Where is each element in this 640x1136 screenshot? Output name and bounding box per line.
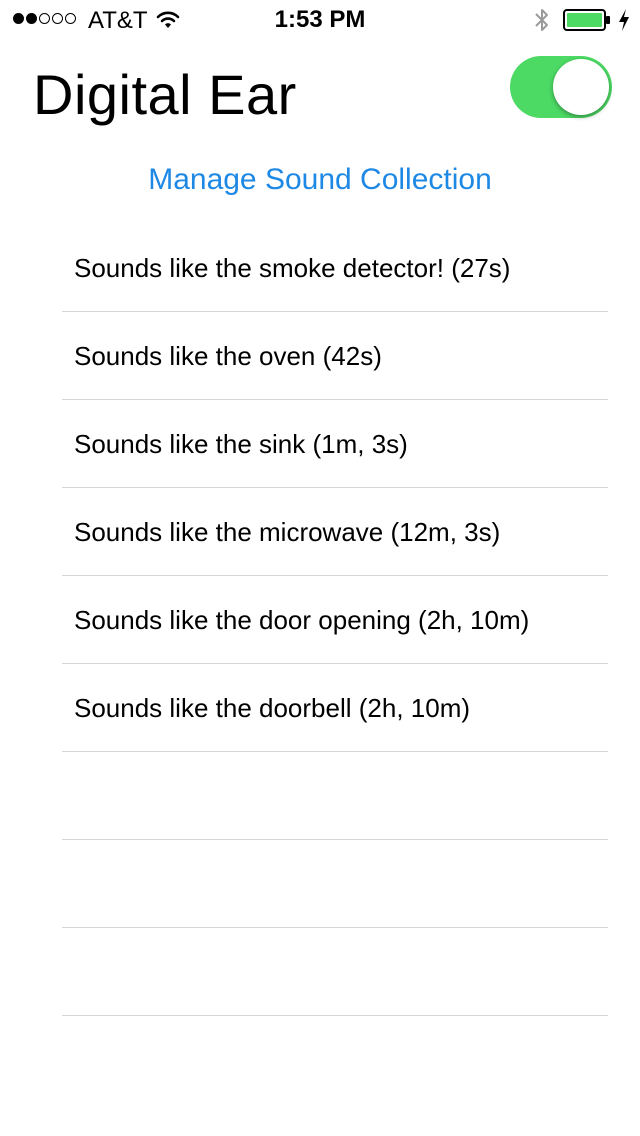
detected-sounds-list: Sounds like the smoke detector! (27s) So… — [62, 224, 608, 1016]
manage-sound-collection-link[interactable]: Manage Sound Collection — [0, 160, 640, 200]
empty-list-item — [62, 752, 608, 840]
status-bar: AT&T 1:53 PM — [0, 0, 640, 40]
toggle-knob[interactable] — [553, 59, 609, 115]
sound-label: Sounds like the sink (1m, 3s) — [74, 429, 408, 459]
sound-label: Sounds like the microwave (12m, 3s) — [74, 517, 501, 547]
sound-label: Sounds like the smoke detector! (27s) — [74, 253, 511, 283]
list-item[interactable]: Sounds like the door opening (2h, 10m) — [62, 576, 608, 664]
list-item[interactable]: Sounds like the doorbell (2h, 10m) — [62, 664, 608, 752]
list-item[interactable]: Sounds like the microwave (12m, 3s) — [62, 488, 608, 576]
empty-list-item — [62, 840, 608, 928]
list-item[interactable]: Sounds like the sink (1m, 3s) — [62, 400, 608, 488]
list-item[interactable]: Sounds like the oven (42s) — [62, 312, 608, 400]
app-title: Digital Ear — [33, 63, 297, 126]
charging-icon — [619, 9, 629, 31]
sound-label: Sounds like the door opening (2h, 10m) — [74, 605, 530, 635]
listening-toggle[interactable] — [510, 56, 612, 118]
sound-label: Sounds like the doorbell (2h, 10m) — [74, 693, 471, 723]
empty-list-item — [62, 928, 608, 1016]
list-item[interactable]: Sounds like the smoke detector! (27s) — [62, 224, 608, 312]
sound-label: Sounds like the oven (42s) — [74, 341, 382, 371]
battery-icon — [563, 9, 610, 31]
bluetooth-icon — [535, 9, 548, 31]
